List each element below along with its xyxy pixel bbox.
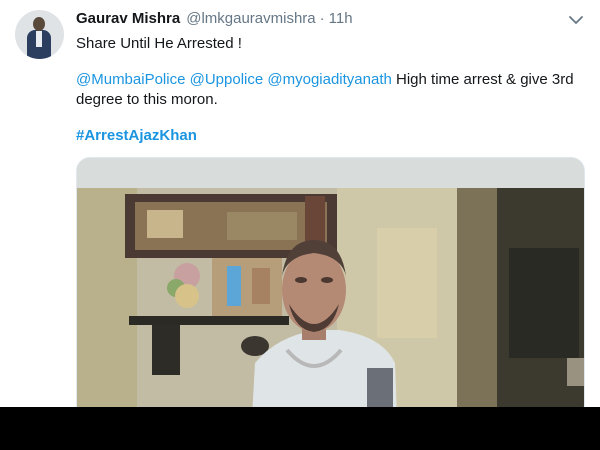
chevron-down-icon[interactable]	[566, 10, 586, 30]
tweet-text-line3: degree to this moron.	[76, 91, 218, 108]
tweet-text-line2: @MumbaiPolice @Uppolice @myogiadityanath…	[76, 70, 574, 90]
mention-myogiadityanath[interactable]: @myogiadityanath	[267, 71, 391, 88]
black-bottom-bar	[0, 407, 600, 450]
mention-uppolice[interactable]: @Uppolice	[190, 71, 264, 88]
tweet: Gaurav Mishra @lmkgauravmishra · 11h Sha…	[0, 0, 600, 407]
timestamp[interactable]: 11h	[329, 10, 353, 27]
author-handle[interactable]: @lmkgauravmishra	[186, 10, 315, 27]
avatar-shirt	[36, 31, 42, 47]
mention-mumbaipolice[interactable]: @MumbaiPolice	[76, 71, 185, 88]
avatar[interactable]	[15, 10, 64, 59]
avatar-head	[33, 17, 45, 31]
separator-dot: ·	[319, 10, 325, 27]
tweet-text-rest: High time arrest & give 3rd	[396, 71, 574, 88]
tweet-text-line1: Share Until He Arrested !	[76, 35, 242, 52]
hashtag-line: #ArrestAjazKhan	[76, 126, 197, 146]
hashtag-arrestajazkhan[interactable]: #ArrestAjazKhan	[76, 127, 197, 144]
tweet-header: Gaurav Mishra @lmkgauravmishra · 11h	[76, 10, 353, 32]
video-media[interactable]	[76, 157, 585, 407]
author-name[interactable]: Gaurav Mishra	[76, 10, 180, 27]
video-frame	[77, 158, 584, 407]
